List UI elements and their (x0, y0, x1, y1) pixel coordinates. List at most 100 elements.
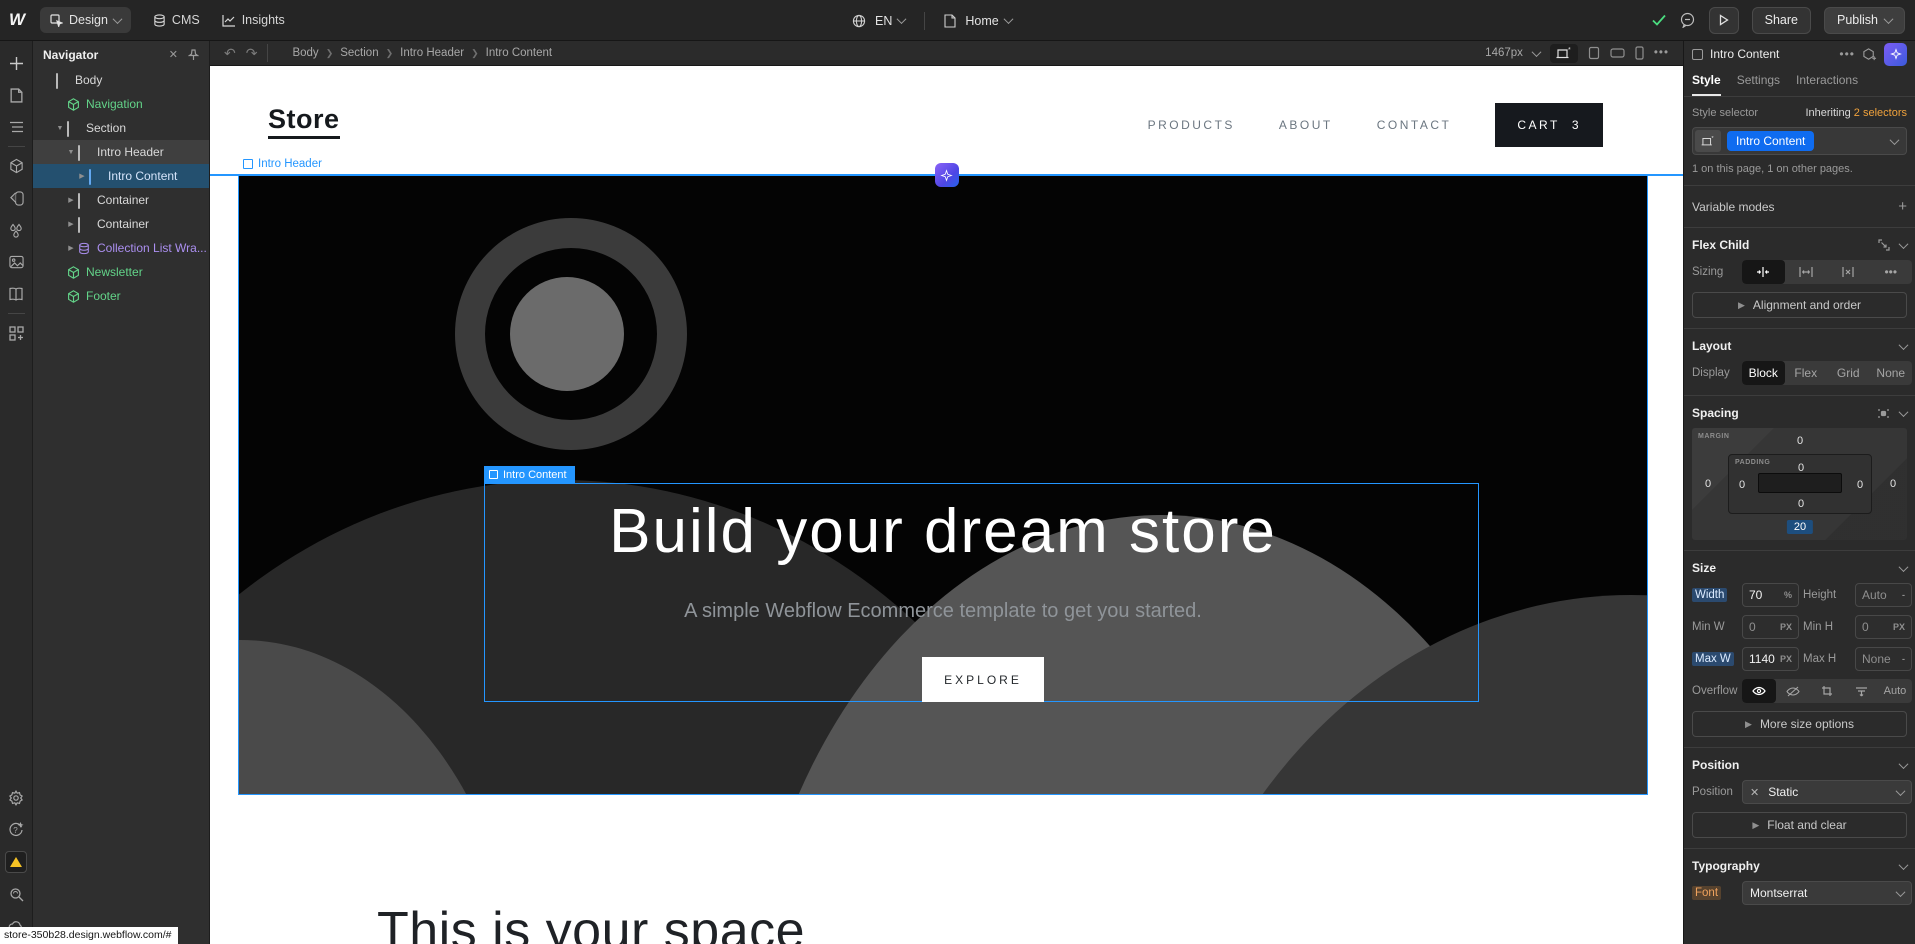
navigator-item-collection-list[interactable]: ▶ Collection List Wra... (33, 236, 209, 260)
breadcrumb-intro-header[interactable]: Intro Header (400, 47, 464, 59)
navigator-item-section[interactable]: ▼ Section (33, 116, 209, 140)
media-button[interactable] (0, 246, 33, 278)
tab-style[interactable]: Style (1692, 73, 1721, 96)
more-breakpoints-icon[interactable]: ••• (1654, 47, 1669, 59)
alignment-and-order-row[interactable]: ▶ Alignment and order (1692, 292, 1907, 318)
caret-collapsed-icon[interactable]: ▶ (65, 220, 77, 228)
add-variable-mode-icon[interactable]: + (1898, 198, 1907, 215)
add-elements-button[interactable] (0, 47, 33, 79)
sizing-grow-icon[interactable] (1785, 260, 1828, 284)
components-button[interactable] (0, 150, 33, 182)
navigator-item-newsletter[interactable]: Newsletter (33, 260, 209, 284)
apps-button[interactable] (0, 317, 33, 349)
assets-drops-button[interactable] (0, 214, 33, 246)
explore-button[interactable]: EXPLORE (922, 657, 1044, 702)
margin-left-value[interactable]: 0 (1705, 478, 1711, 490)
collapse-section-icon[interactable] (1899, 340, 1909, 350)
settings-gear-icon[interactable] (0, 782, 33, 814)
caret-expanded-icon[interactable]: ▼ (54, 125, 66, 132)
spacing-control[interactable]: MARGIN 0 0 0 PADDING 0 0 0 0 20 (1692, 428, 1907, 540)
style-selector-input[interactable]: * Intro Content (1692, 127, 1907, 155)
preview-button[interactable] (1709, 7, 1739, 34)
cms-button[interactable]: CMS (153, 13, 200, 27)
page-selector[interactable]: Home (965, 14, 1011, 28)
display-grid-option[interactable]: Grid (1827, 361, 1870, 385)
pin-icon[interactable] (188, 49, 199, 61)
libraries-button[interactable] (0, 278, 33, 310)
max-height-input[interactable]: None- (1855, 647, 1912, 671)
navigator-button[interactable] (0, 111, 33, 143)
margin-bottom-value[interactable]: 20 (1787, 520, 1813, 534)
breakpoint-desktop-icon[interactable]: * (1550, 44, 1578, 63)
padding-right-value[interactable]: 0 (1857, 479, 1863, 491)
create-component-icon[interactable] (1862, 47, 1877, 62)
design-mode-button[interactable]: Design (40, 7, 131, 33)
canvas-width-value[interactable]: 1467px (1485, 47, 1523, 59)
breadcrumb-section[interactable]: Section (340, 47, 378, 59)
ai-assistant-button[interactable] (1884, 43, 1907, 66)
width-input[interactable]: 70% (1742, 583, 1799, 607)
nav-link-contact[interactable]: CONTACT (1377, 118, 1452, 132)
float-and-clear-row[interactable]: ▶ Float and clear (1692, 812, 1907, 838)
navigator-item-intro-header[interactable]: ▼ Intro Header (33, 140, 209, 164)
caret-collapsed-icon[interactable]: ▶ (65, 196, 77, 204)
comments-icon[interactable] (1679, 12, 1696, 28)
padding-bottom-value[interactable]: 0 (1798, 498, 1804, 510)
style-variables-button[interactable] (0, 182, 33, 214)
variable-modes-row[interactable]: Variable modes + (1684, 186, 1915, 228)
collapse-section-icon[interactable] (1899, 562, 1909, 572)
insights-button[interactable]: Insights (222, 13, 285, 27)
margin-right-value[interactable]: 0 (1890, 478, 1896, 490)
sizing-none-icon[interactable] (1827, 260, 1870, 284)
spacing-settings-icon[interactable] (1877, 408, 1890, 419)
position-dropdown[interactable]: ✕ Static (1742, 780, 1912, 804)
tab-interactions[interactable]: Interactions (1796, 73, 1858, 96)
collapse-section-icon[interactable] (1899, 239, 1909, 249)
nav-link-about[interactable]: ABOUT (1279, 118, 1333, 132)
display-flex-option[interactable]: Flex (1785, 361, 1828, 385)
help-icon[interactable]: ? (0, 814, 33, 846)
max-width-input[interactable]: 1140PX (1742, 647, 1799, 671)
sizing-more-icon[interactable]: ••• (1870, 260, 1913, 284)
collapse-section-icon[interactable] (1899, 860, 1909, 870)
caret-expanded-icon[interactable]: ▼ (65, 149, 77, 156)
intro-header-section[interactable]: Intro Content Build your dream store A s… (238, 176, 1648, 795)
flex-child-target-icon[interactable] (1878, 239, 1890, 251)
overflow-auto-option[interactable]: Auto (1878, 679, 1912, 703)
redo-icon[interactable]: ↷ (246, 45, 258, 62)
locale-selector[interactable]: EN (875, 14, 905, 28)
collapse-section-icon[interactable] (1899, 759, 1909, 769)
webflow-logo[interactable]: W (0, 10, 34, 30)
search-icon[interactable] (0, 878, 33, 910)
height-input[interactable]: Auto- (1855, 583, 1912, 607)
navigator-item-body[interactable]: Body (33, 68, 209, 92)
clear-position-icon[interactable]: ✕ (1750, 786, 1759, 799)
hero-title[interactable]: Build your dream store (239, 496, 1647, 567)
caret-collapsed-icon[interactable]: ▶ (65, 244, 77, 252)
collapse-section-icon[interactable] (1899, 407, 1909, 417)
breakpoint-landscape-icon[interactable] (1610, 48, 1625, 58)
overflow-scroll-icon[interactable] (1810, 679, 1844, 703)
font-dropdown[interactable]: Montserrat (1742, 881, 1912, 905)
overflow-visible-icon[interactable] (1742, 679, 1776, 703)
tab-settings[interactable]: Settings (1737, 73, 1780, 96)
share-button[interactable]: Share (1752, 7, 1811, 34)
display-block-option[interactable]: Block (1742, 361, 1785, 385)
sizing-shrink-icon[interactable] (1742, 260, 1785, 284)
intro-header-selection-label[interactable]: Intro Header (243, 158, 322, 170)
design-canvas[interactable]: Store PRODUCTS ABOUT CONTACT CART 3 Intr… (210, 66, 1683, 944)
navigator-item-intro-content[interactable]: ▶ Intro Content (33, 164, 209, 188)
breakpoint-portrait-icon[interactable] (1635, 46, 1644, 60)
more-options-icon[interactable]: ••• (1839, 47, 1855, 61)
margin-top-value[interactable]: 0 (1797, 435, 1803, 447)
workspace-avatar[interactable] (0, 846, 33, 878)
overflow-hidden-icon[interactable] (1776, 679, 1810, 703)
hero-subtitle[interactable]: A simple Webflow Ecommerce template to g… (239, 600, 1647, 623)
padding-left-value[interactable]: 0 (1739, 479, 1745, 491)
element-drag-handle[interactable] (935, 163, 959, 187)
intro-content-selection-label[interactable]: Intro Content (484, 466, 575, 483)
breadcrumb-intro-content[interactable]: Intro Content (486, 47, 552, 59)
min-width-input[interactable]: 0PX (1742, 615, 1799, 639)
more-size-options-row[interactable]: ▶ More size options (1692, 711, 1907, 737)
breakpoint-tablet-icon[interactable] (1588, 46, 1600, 60)
